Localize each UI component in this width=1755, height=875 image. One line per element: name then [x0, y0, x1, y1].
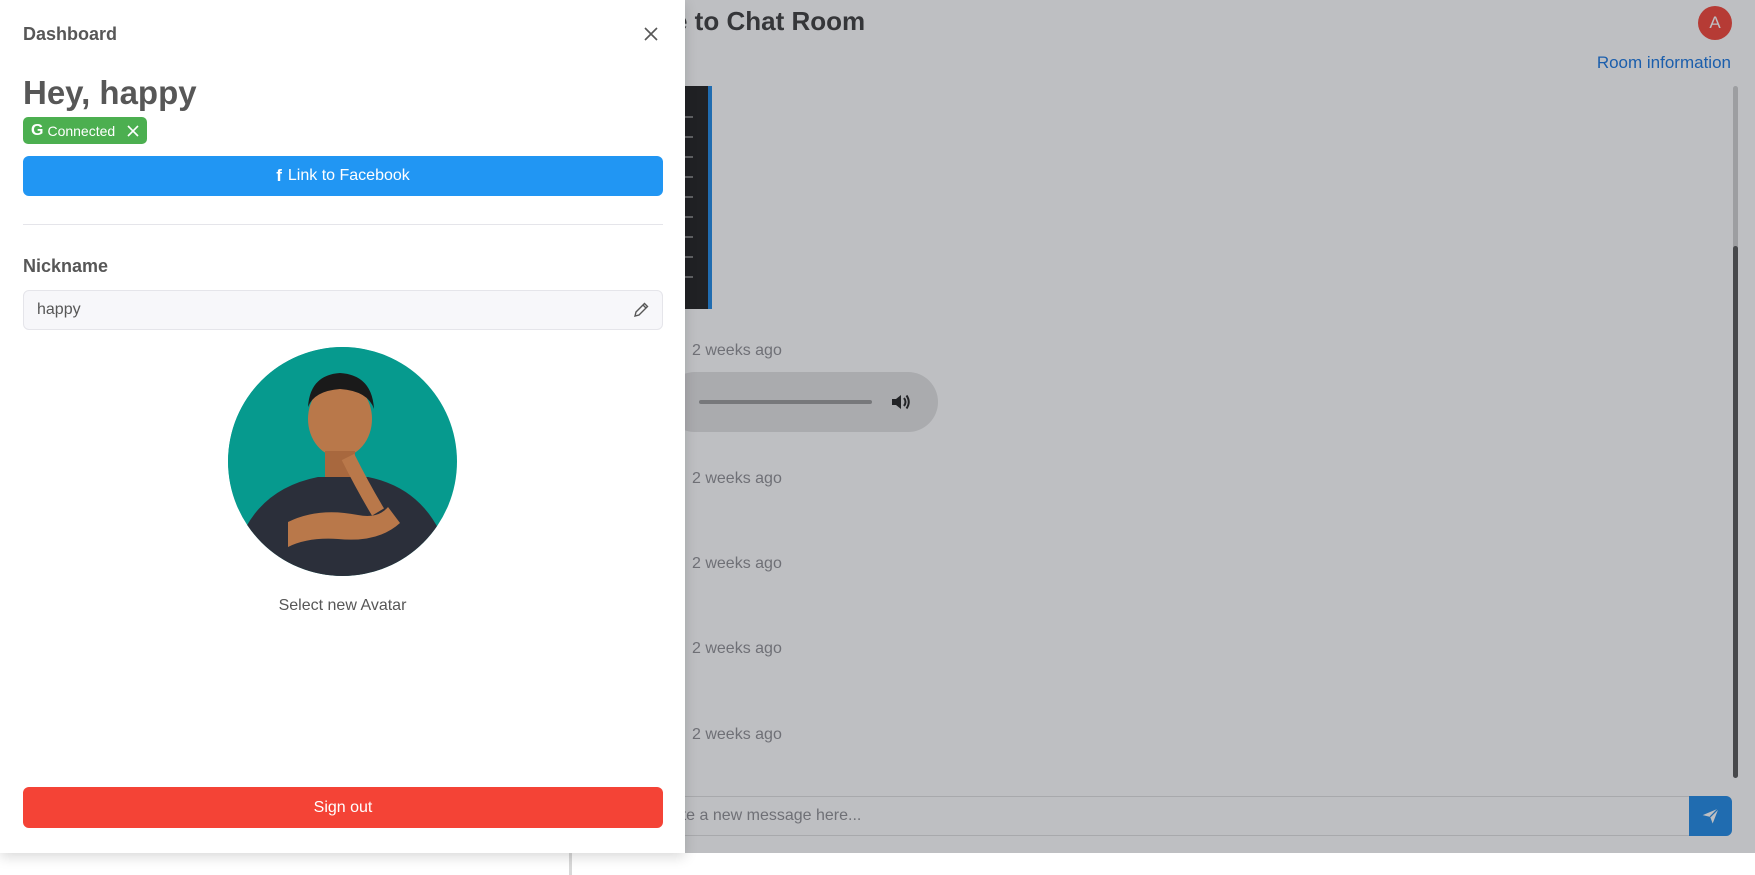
close-icon[interactable]: [641, 24, 661, 44]
profile-avatar-image: [228, 347, 457, 576]
google-icon: G: [31, 121, 44, 139]
select-avatar-button[interactable]: Select new Avatar: [0, 597, 685, 615]
avatar-photo: [228, 347, 456, 576]
disconnect-icon[interactable]: [127, 124, 139, 137]
link-facebook-label: Link to Facebook: [287, 167, 410, 184]
sign-out-button[interactable]: Sign out: [23, 787, 663, 828]
divider: [23, 224, 663, 225]
google-connected-badge: G Connected: [23, 117, 148, 144]
dashboard-drawer: Dashboard Hey, happy G Connected f Link …: [0, 0, 685, 853]
greeting-heading: Hey, happy: [23, 74, 197, 111]
drawer-title: Dashboard: [23, 24, 118, 44]
badge-label: Connected: [47, 122, 116, 139]
link-facebook-button[interactable]: f Link to Facebook: [23, 156, 663, 196]
nickname-field: [23, 290, 663, 330]
nickname-input[interactable]: [37, 291, 597, 329]
facebook-icon: f: [276, 166, 282, 185]
nickname-label: Nickname: [23, 256, 109, 276]
edit-pencil-icon[interactable]: [632, 301, 650, 319]
